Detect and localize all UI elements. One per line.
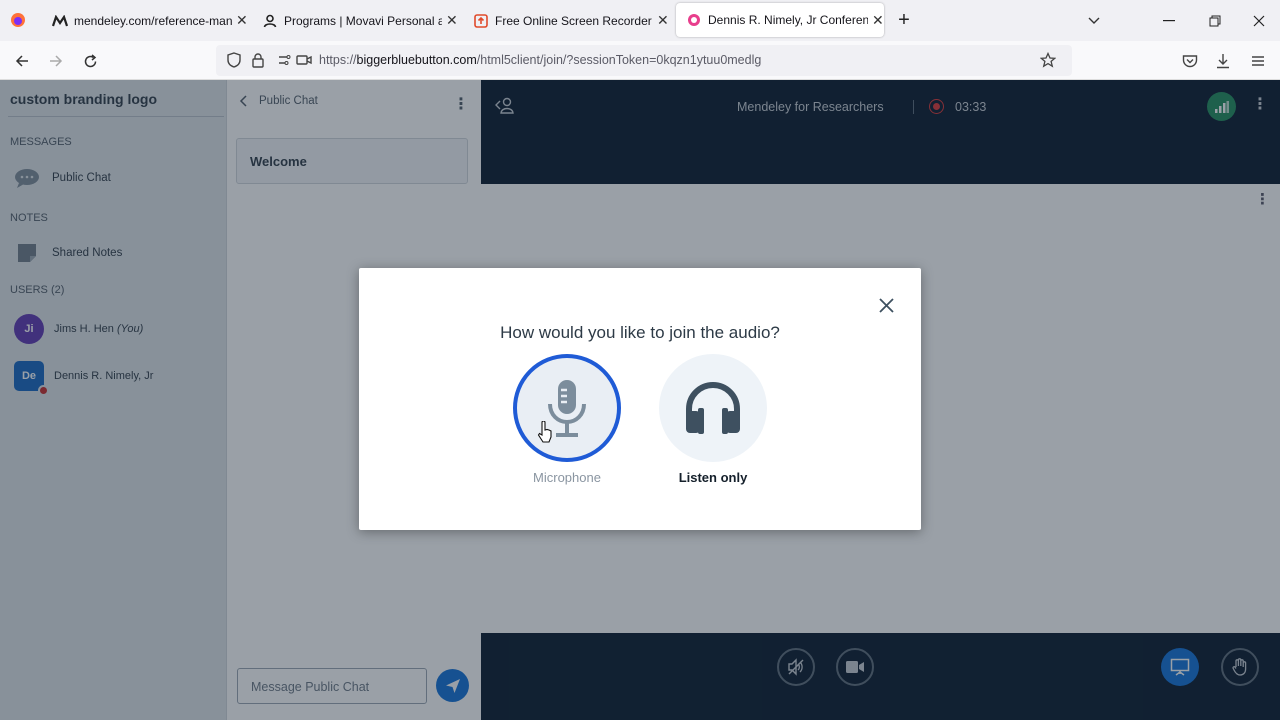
bigbluebutton-icon bbox=[686, 12, 702, 28]
browser-tab-bar: mendeley.com/reference-mana ✕ Programs |… bbox=[0, 0, 1280, 41]
close-icon[interactable]: ✕ bbox=[446, 12, 458, 29]
tab-screen-recorder[interactable]: Free Online Screen Recorder | O ✕ bbox=[463, 0, 669, 41]
minimize-button[interactable] bbox=[1146, 0, 1192, 41]
listen-only-button[interactable] bbox=[659, 354, 767, 462]
user-icon bbox=[262, 13, 278, 29]
restore-button[interactable] bbox=[1192, 0, 1238, 41]
listen-only-label: Listen only bbox=[678, 470, 748, 485]
url-domain: biggerbluebutton.com bbox=[356, 53, 477, 67]
modal-title: How would you like to join the audio? bbox=[500, 323, 780, 342]
url-text: https://biggerbluebutton.com/html5client… bbox=[319, 53, 761, 67]
tab-mendeley[interactable]: mendeley.com/reference-mana ✕ bbox=[42, 0, 248, 41]
forward-button[interactable] bbox=[44, 49, 68, 73]
tab-title: Programs | Movavi Personal acc bbox=[284, 13, 442, 28]
url-path: /html5client/join/?sessionToken=0kqzn1yt… bbox=[476, 53, 762, 67]
new-tab-button[interactable]: + bbox=[882, 0, 926, 41]
tab-movavi[interactable]: Programs | Movavi Personal acc ✕ bbox=[252, 0, 458, 41]
reload-button[interactable] bbox=[78, 49, 102, 73]
list-tabs-button[interactable] bbox=[1071, 0, 1117, 41]
shield-icon[interactable] bbox=[222, 48, 246, 72]
microphone-button[interactable] bbox=[513, 354, 621, 462]
tab-title: Free Online Screen Recorder | O bbox=[495, 13, 653, 28]
close-icon[interactable]: ✕ bbox=[657, 12, 669, 29]
close-icon[interactable]: ✕ bbox=[236, 12, 248, 29]
headphones-icon bbox=[686, 382, 740, 434]
lock-icon[interactable] bbox=[246, 48, 270, 72]
tab-conference[interactable]: Dennis R. Nimely, Jr Conference ✕ bbox=[676, 3, 884, 37]
microphone-label: Microphone bbox=[533, 470, 601, 485]
close-icon bbox=[878, 297, 894, 313]
audio-join-modal: How would you like to join the audio? Mi… bbox=[359, 268, 921, 530]
recorder-icon bbox=[473, 13, 489, 29]
mendeley-icon bbox=[52, 13, 68, 29]
camera-permission-icon[interactable] bbox=[292, 48, 316, 72]
bookmark-star-icon[interactable] bbox=[1036, 48, 1060, 72]
hand-pointer-icon bbox=[537, 420, 553, 448]
tab-title: Dennis R. Nimely, Jr Conference bbox=[708, 13, 868, 27]
pocket-icon[interactable] bbox=[1178, 49, 1202, 73]
downloads-icon[interactable] bbox=[1211, 49, 1235, 73]
tab-title: mendeley.com/reference-mana bbox=[74, 13, 232, 28]
close-modal-button[interactable] bbox=[875, 294, 897, 316]
back-button[interactable] bbox=[10, 49, 34, 73]
browser-nav-bar: https://biggerbluebutton.com/html5client… bbox=[0, 41, 1280, 80]
close-window-button[interactable] bbox=[1236, 0, 1280, 41]
menu-icon[interactable] bbox=[1246, 49, 1270, 73]
url-prefix: https:// bbox=[319, 53, 357, 67]
url-bar[interactable]: https://biggerbluebutton.com/html5client… bbox=[216, 45, 1072, 76]
firefox-icon[interactable] bbox=[10, 12, 26, 28]
